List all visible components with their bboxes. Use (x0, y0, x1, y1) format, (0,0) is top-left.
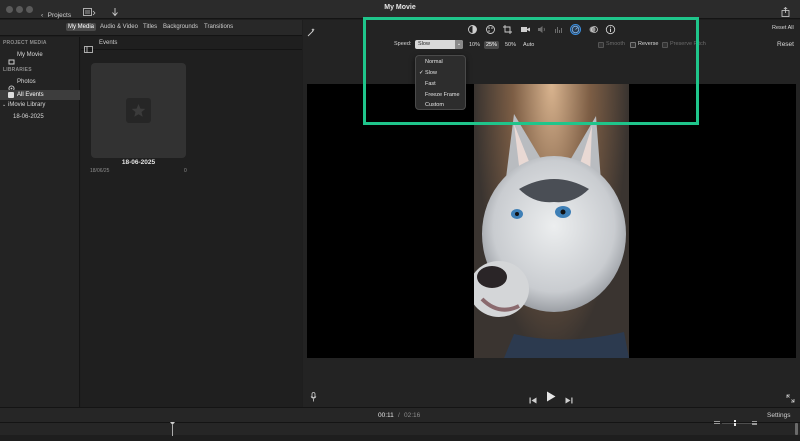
film-icon (8, 52, 15, 65)
settings-button[interactable]: Settings (767, 412, 791, 419)
speed-option-25[interactable]: 25% (484, 41, 500, 49)
star-placeholder-icon (126, 98, 151, 123)
total-time: 02:16 (404, 412, 421, 419)
reset-button[interactable]: Reset (777, 41, 794, 48)
menu-item-freeze-frame[interactable]: Freeze Frame (416, 92, 467, 98)
noise-reduction-icon[interactable] (588, 24, 599, 35)
speed-dropdown-menu: Normal ✓ Slow Fast Freeze Frame Custom (415, 55, 466, 110)
smooth-label: Smooth (606, 41, 625, 47)
speed-option-50[interactable]: 50% (503, 41, 518, 49)
sidebar-item-photos[interactable]: Photos (17, 79, 36, 85)
project-media-header: PROJECT MEDIA (3, 40, 47, 46)
chevron-down-icon: ⌄ (455, 40, 463, 49)
magic-wand-icon[interactable] (306, 24, 316, 37)
play-icon[interactable] (546, 389, 556, 402)
sidebar-item-event-18-06-2025[interactable]: 18-06-2025 (13, 114, 44, 120)
tab-titles[interactable]: Titles (141, 23, 159, 31)
husky-photo (474, 84, 629, 358)
speed-option-10[interactable]: 10% (467, 41, 482, 49)
menu-item-slow[interactable]: ✓ Slow (416, 70, 467, 76)
tab-audio-video[interactable]: Audio & Video (98, 23, 140, 31)
reverse-checkbox[interactable] (630, 42, 636, 48)
info-icon[interactable] (605, 24, 616, 35)
event-thumbnail[interactable] (91, 63, 186, 158)
event-title: 18-06-2025 (121, 159, 156, 166)
sidebar: PROJECT MEDIA My Movie LIBRARIES Photos … (0, 37, 80, 407)
tab-my-media[interactable]: My Media (66, 23, 97, 31)
sidebar-item-my-movie[interactable]: My Movie (17, 52, 43, 58)
browser-tabs-bar: My Media Audio & Video Titles Background… (0, 20, 302, 36)
stabilization-camera-icon[interactable] (520, 24, 531, 35)
star-event-icon (8, 92, 14, 98)
menu-item-normal[interactable]: Normal (416, 59, 467, 65)
chevron-left-icon: ‹ (41, 12, 44, 19)
disclosure-chevron-icon[interactable]: ⌄ (2, 102, 6, 108)
equalizer-icon[interactable] (553, 24, 564, 35)
microphone-icon[interactable] (310, 389, 317, 402)
speed-gauge-icon[interactable] (570, 24, 581, 35)
speed-option-auto[interactable]: Auto (521, 41, 536, 49)
menu-item-fast[interactable]: Fast (416, 81, 467, 87)
time-separator: / (398, 412, 400, 419)
video-preview[interactable] (307, 84, 796, 358)
skip-forward-icon[interactable] (565, 391, 573, 404)
preserve-pitch-checkbox[interactable] (662, 42, 668, 48)
sidebar-toggle-icon[interactable] (84, 40, 93, 53)
timeline-divider (0, 422, 800, 423)
volume-icon[interactable] (536, 24, 547, 35)
window-title: My Movie (384, 4, 416, 11)
projects-back-label: Projects (47, 12, 72, 19)
preserve-pitch-label: Preserve Pitch (670, 41, 706, 47)
zoom-slider[interactable] (714, 413, 758, 426)
title-bar: ‹ Projects My Movie (0, 0, 800, 19)
tab-transitions[interactable]: Transitions (202, 23, 235, 31)
events-browser: Events 18-06-2025 18/06/25 0 (81, 37, 302, 407)
libraries-header: LIBRARIES (3, 67, 32, 73)
event-date: 18/06/25 (90, 168, 110, 174)
event-clip-count: 0 (184, 168, 187, 174)
speed-select[interactable]: Slow ⌄ (415, 40, 463, 49)
timeline-bar: 00:11 / 02:16 Settings (0, 407, 800, 436)
menu-item-custom[interactable]: Custom (416, 102, 467, 108)
share-icon[interactable] (781, 4, 790, 17)
color-correction-palette-icon[interactable] (485, 24, 496, 35)
photos-flower-icon (8, 79, 15, 92)
crop-icon[interactable] (502, 24, 513, 35)
playhead-marker[interactable] (170, 422, 175, 436)
events-title: Events (99, 40, 118, 46)
reset-all-button[interactable]: Reset All (772, 25, 794, 31)
sidebar-item-all-events-row[interactable]: All Events (0, 90, 80, 100)
tab-backgrounds[interactable]: Backgrounds (161, 23, 200, 31)
events-header: Events (81, 37, 302, 53)
viewer: Reset All Reset Speed: Slow ⌄ 10% 25% 50… (303, 20, 800, 407)
speed-select-value: Slow (418, 41, 430, 47)
reverse-label: Reverse (638, 41, 659, 47)
timeline-scrollbar[interactable] (795, 423, 798, 435)
speed-label: Speed: (394, 41, 412, 47)
color-balance-icon[interactable] (467, 24, 478, 35)
sidebar-item-all-events: All Events (17, 92, 44, 98)
sidebar-item-imovie-library[interactable]: iMovie Library (8, 102, 45, 108)
skip-back-icon[interactable] (529, 391, 537, 404)
current-time: 00:11 (378, 412, 394, 419)
menu-item-slow-label: Slow (425, 70, 437, 76)
fullscreen-icon[interactable] (786, 390, 795, 403)
checkmark-icon: ✓ (419, 70, 424, 76)
smooth-checkbox[interactable] (598, 42, 604, 48)
